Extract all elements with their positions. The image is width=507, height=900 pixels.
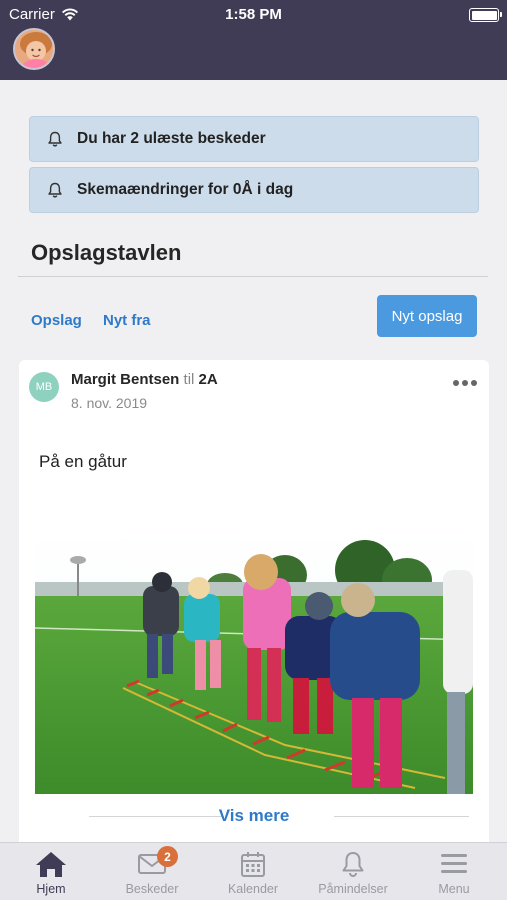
- post-photo[interactable]: [35, 530, 473, 794]
- author-line: Margit Bentsen til 2A: [71, 371, 218, 388]
- bell-icon: [48, 182, 62, 198]
- tab-beskeder[interactable]: 2 Beskeder: [102, 843, 202, 900]
- calendar-icon: [241, 852, 265, 877]
- more-options-icon[interactable]: [453, 380, 477, 386]
- profile-avatar[interactable]: [13, 28, 55, 70]
- status-bar: Carrier 1:58 PM: [0, 0, 507, 30]
- home-icon: [36, 852, 66, 877]
- tab-opslag[interactable]: Opslag: [31, 312, 82, 329]
- tab-label: Kalender: [227, 882, 279, 896]
- menu-icon: [441, 854, 467, 873]
- battery-icon: [469, 8, 502, 22]
- notice-text: Skemaændringer for 0Å i dag: [77, 181, 294, 198]
- tab-nyt-fra[interactable]: Nyt fra: [103, 312, 151, 329]
- show-more-link[interactable]: Vis mere: [19, 806, 489, 826]
- divider: [18, 276, 488, 277]
- bottom-tab-bar: Hjem 2 Beskeder Kalender Påmindelser Men…: [0, 842, 507, 900]
- tab-label: Beskeder: [125, 882, 179, 896]
- page-title: Opslagstavlen: [31, 240, 182, 265]
- bell-icon: [342, 852, 364, 877]
- author-to: til: [183, 371, 195, 388]
- tab-label: Menu: [438, 882, 470, 896]
- bell-icon: [48, 131, 62, 147]
- schedule-change-notice[interactable]: Skemaændringer for 0Å i dag: [29, 167, 479, 213]
- post-text: På en gåtur: [39, 452, 127, 471]
- recipient-class[interactable]: 2A: [199, 371, 218, 388]
- app-header: Carrier 1:58 PM: [0, 0, 507, 80]
- tab-menu[interactable]: Menu: [404, 843, 504, 900]
- author-name[interactable]: Margit Bentsen: [71, 371, 179, 388]
- unread-messages-notice[interactable]: Du har 2 ulæste beskeder: [29, 116, 479, 162]
- post-date: 8. nov. 2019: [71, 395, 148, 411]
- post-card: MB Margit Bentsen til 2A 8. nov. 2019 På…: [19, 360, 489, 850]
- unread-count-badge: 2: [157, 846, 178, 867]
- tab-kalender[interactable]: Kalender: [203, 843, 303, 900]
- new-post-button[interactable]: Nyt opslag: [377, 295, 477, 337]
- status-time: 1:58 PM: [225, 6, 282, 23]
- tab-label: Påmindelser: [318, 882, 388, 896]
- tab-hjem[interactable]: Hjem: [1, 843, 101, 900]
- tab-label: Hjem: [36, 882, 66, 896]
- tab-paamindelser[interactable]: Påmindelser: [303, 843, 403, 900]
- notice-text: Du har 2 ulæste beskeder: [77, 130, 266, 147]
- author-avatar: MB: [29, 372, 59, 402]
